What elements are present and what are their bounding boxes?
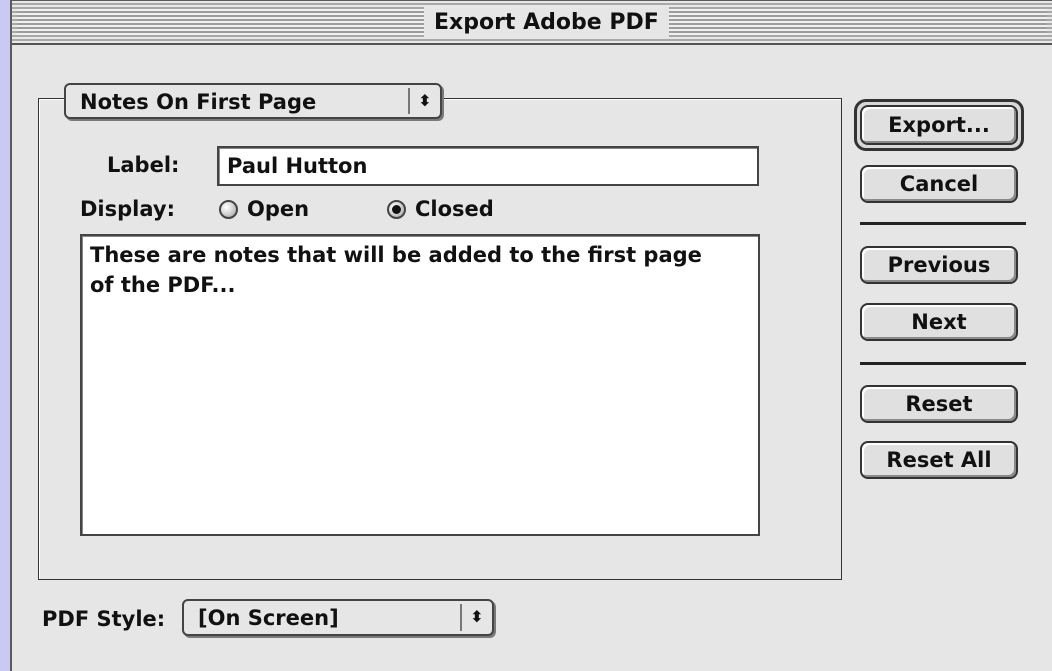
next-button[interactable]: Next <box>860 303 1018 341</box>
separator-2 <box>860 362 1026 365</box>
reset-button[interactable]: Reset <box>860 385 1018 423</box>
window-title: Export Adobe PDF <box>424 7 669 39</box>
separator-1 <box>860 222 1026 225</box>
cancel-button[interactable]: Cancel <box>860 165 1018 203</box>
section-popup[interactable]: Notes On First Page ⬍ <box>64 83 442 119</box>
dialog-window: Export Adobe PDF Notes On First Page ⬍ L… <box>10 0 1052 671</box>
label-field[interactable]: Paul Hutton <box>217 146 759 186</box>
section-popup-value: Notes On First Page <box>80 90 317 114</box>
pdf-style-value: [On Screen] <box>198 606 339 630</box>
pdf-style-caption: PDF Style: <box>42 607 166 631</box>
display-caption: Display: <box>80 197 175 221</box>
previous-button[interactable]: Previous <box>860 246 1018 284</box>
label-caption: Label: <box>107 153 180 177</box>
pdf-style-popup[interactable]: [On Screen] ⬍ <box>182 599 494 636</box>
radio-open[interactable] <box>219 200 238 219</box>
title-bar[interactable]: Export Adobe PDF <box>12 1 1052 45</box>
reset-all-button[interactable]: Reset All <box>860 441 1018 479</box>
radio-open-label[interactable]: Open <box>247 197 309 221</box>
radio-closed[interactable] <box>387 200 406 219</box>
notes-textarea[interactable]: These are notes that will be added to th… <box>80 234 760 536</box>
popup-arrows-icon: ⬍ <box>408 88 440 114</box>
radio-closed-label[interactable]: Closed <box>415 197 494 221</box>
export-button[interactable]: Export... <box>860 105 1018 145</box>
popup-arrows-icon: ⬍ <box>460 604 492 631</box>
